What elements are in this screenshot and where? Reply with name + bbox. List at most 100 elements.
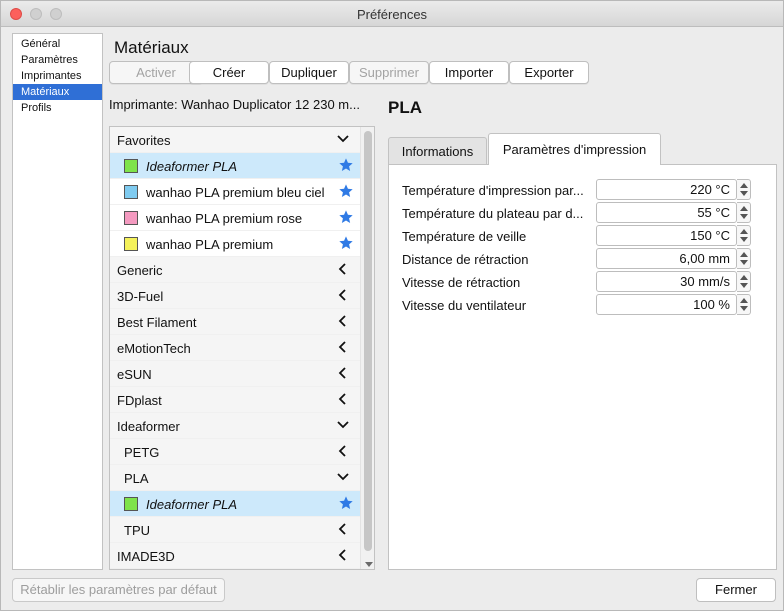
- material-category[interactable]: Ideaformer: [110, 413, 360, 439]
- setting-spinner[interactable]: [737, 294, 751, 315]
- row-label: eSUN: [117, 367, 152, 382]
- setting-row: Vitesse de rétraction 30 mm/s: [389, 271, 776, 293]
- favorite-star-icon[interactable]: [338, 209, 354, 225]
- spin-down-icon[interactable]: [740, 260, 748, 265]
- setting-value-field[interactable]: 220 °C: [596, 179, 737, 200]
- setting-spinner[interactable]: [737, 225, 751, 246]
- setting-value-field[interactable]: 100 %: [596, 294, 737, 315]
- spin-down-icon[interactable]: [740, 306, 748, 311]
- color-swatch: [124, 185, 138, 199]
- setting-spinner[interactable]: [737, 271, 751, 292]
- nav-item-mat-riaux[interactable]: Matériaux: [13, 84, 102, 100]
- setting-value-field[interactable]: 30 mm/s: [596, 271, 737, 292]
- spin-up-icon[interactable]: [740, 206, 748, 211]
- row-label: PETG: [124, 445, 160, 460]
- row-label: Generic: [117, 263, 163, 278]
- spin-up-icon[interactable]: [740, 298, 748, 303]
- chevron-down-icon[interactable]: [336, 132, 350, 146]
- setting-value-field[interactable]: 55 °C: [596, 202, 737, 223]
- material-item[interactable]: Ideaformer PLA: [110, 491, 360, 517]
- favorite-star-icon[interactable]: [338, 157, 354, 173]
- spin-up-icon[interactable]: [740, 183, 748, 188]
- chevron-left-icon[interactable]: [336, 262, 350, 276]
- spin-up-icon[interactable]: [740, 229, 748, 234]
- row-label: wanhao PLA premium rose: [146, 211, 303, 226]
- nav-item-imprimantes[interactable]: Imprimantes: [13, 68, 102, 84]
- materials-list[interactable]: Favorites Ideaformer PLA wanhao PLA premiu…: [109, 126, 375, 570]
- spin-down-icon[interactable]: [740, 191, 748, 196]
- tab-informations[interactable]: Informations: [388, 137, 487, 164]
- import-button[interactable]: Importer: [429, 61, 509, 84]
- row-label: Ideaformer PLA: [146, 159, 238, 174]
- favorite-star-icon[interactable]: [338, 183, 354, 199]
- export-button[interactable]: Exporter: [509, 61, 589, 84]
- setting-value-field[interactable]: 150 °C: [596, 225, 737, 246]
- material-item[interactable]: wanhao PLA premium bleu ciel: [110, 179, 360, 205]
- printer-label: Imprimante: Wanhao Duplicator 12 230 m..…: [109, 97, 360, 112]
- setting-value-field[interactable]: 6,00 mm: [596, 248, 737, 269]
- chevron-left-icon[interactable]: [336, 548, 350, 562]
- material-item[interactable]: wanhao PLA premium: [110, 231, 360, 257]
- material-name: PLA: [388, 98, 422, 117]
- setting-label: Température de veille: [402, 229, 527, 244]
- duplicate-button[interactable]: Dupliquer: [269, 61, 349, 84]
- chevron-left-icon[interactable]: [336, 288, 350, 302]
- chevron-left-icon[interactable]: [336, 392, 350, 406]
- material-category[interactable]: eMotionTech: [110, 335, 360, 361]
- favorite-star-icon[interactable]: [338, 235, 354, 251]
- chevron-left-icon[interactable]: [336, 522, 350, 536]
- nav-item-profils[interactable]: Profils: [13, 100, 102, 116]
- setting-label: Vitesse de rétraction: [402, 275, 521, 290]
- material-item[interactable]: wanhao PLA premium rose: [110, 205, 360, 231]
- row-label: Favorites: [117, 133, 171, 148]
- row-label: IMADE3D: [117, 549, 175, 564]
- setting-row: Température du plateau par d... 55 °C: [389, 202, 776, 224]
- material-subcategory[interactable]: PETG: [110, 439, 360, 465]
- tab-print-settings[interactable]: Paramètres d'impression: [488, 133, 661, 165]
- material-category[interactable]: Best Filament: [110, 309, 360, 335]
- materials-scrollbar[interactable]: [360, 127, 374, 569]
- color-swatch: [124, 237, 138, 251]
- chevron-left-icon[interactable]: [336, 340, 350, 354]
- material-item[interactable]: Ideaformer PLA: [110, 153, 360, 179]
- setting-spinner[interactable]: [737, 179, 751, 200]
- material-category[interactable]: IMADE3D: [110, 543, 360, 569]
- favorite-star-icon[interactable]: [338, 495, 354, 511]
- row-label: Ideaformer PLA: [146, 497, 238, 512]
- spin-up-icon[interactable]: [740, 252, 748, 257]
- chevron-down-icon[interactable]: [336, 470, 350, 484]
- chevron-down-icon[interactable]: [336, 418, 350, 432]
- delete-button[interactable]: Supprimer: [349, 61, 429, 84]
- close-button[interactable]: Fermer: [696, 578, 776, 602]
- title-bar: Préférences: [1, 1, 783, 27]
- setting-spinner[interactable]: [737, 248, 751, 269]
- scrollbar-thumb[interactable]: [364, 131, 372, 551]
- reset-defaults-button[interactable]: Rétablir les paramètres par défaut: [12, 578, 225, 602]
- material-category[interactable]: Generic: [110, 257, 360, 283]
- color-swatch: [124, 497, 138, 511]
- material-category[interactable]: 3D-Fuel: [110, 283, 360, 309]
- spin-up-icon[interactable]: [740, 275, 748, 280]
- chevron-left-icon[interactable]: [336, 366, 350, 380]
- material-category[interactable]: Favorites: [110, 127, 360, 153]
- setting-label: Distance de rétraction: [402, 252, 529, 267]
- color-swatch: [124, 159, 138, 173]
- scroll-down-arrow-icon[interactable]: [365, 562, 373, 567]
- material-category[interactable]: eSUN: [110, 361, 360, 387]
- material-category[interactable]: FDplast: [110, 387, 360, 413]
- preferences-nav: Général Paramètres Imprimantes Matériaux Pro…: [12, 33, 103, 570]
- material-subcategory[interactable]: TPU: [110, 517, 360, 543]
- row-label: Best Filament: [117, 315, 197, 330]
- spin-down-icon[interactable]: [740, 237, 748, 242]
- spin-down-icon[interactable]: [740, 283, 748, 288]
- nav-item-param-tres[interactable]: Paramètres: [13, 52, 102, 68]
- chevron-left-icon[interactable]: [336, 314, 350, 328]
- setting-spinner[interactable]: [737, 202, 751, 223]
- row-label: TPU: [124, 523, 150, 538]
- spin-down-icon[interactable]: [740, 214, 748, 219]
- row-label: FDplast: [117, 393, 162, 408]
- create-button[interactable]: Créer: [189, 61, 269, 84]
- nav-item-g-n-ral[interactable]: Général: [13, 36, 102, 52]
- material-subcategory[interactable]: PLA: [110, 465, 360, 491]
- chevron-left-icon[interactable]: [336, 444, 350, 458]
